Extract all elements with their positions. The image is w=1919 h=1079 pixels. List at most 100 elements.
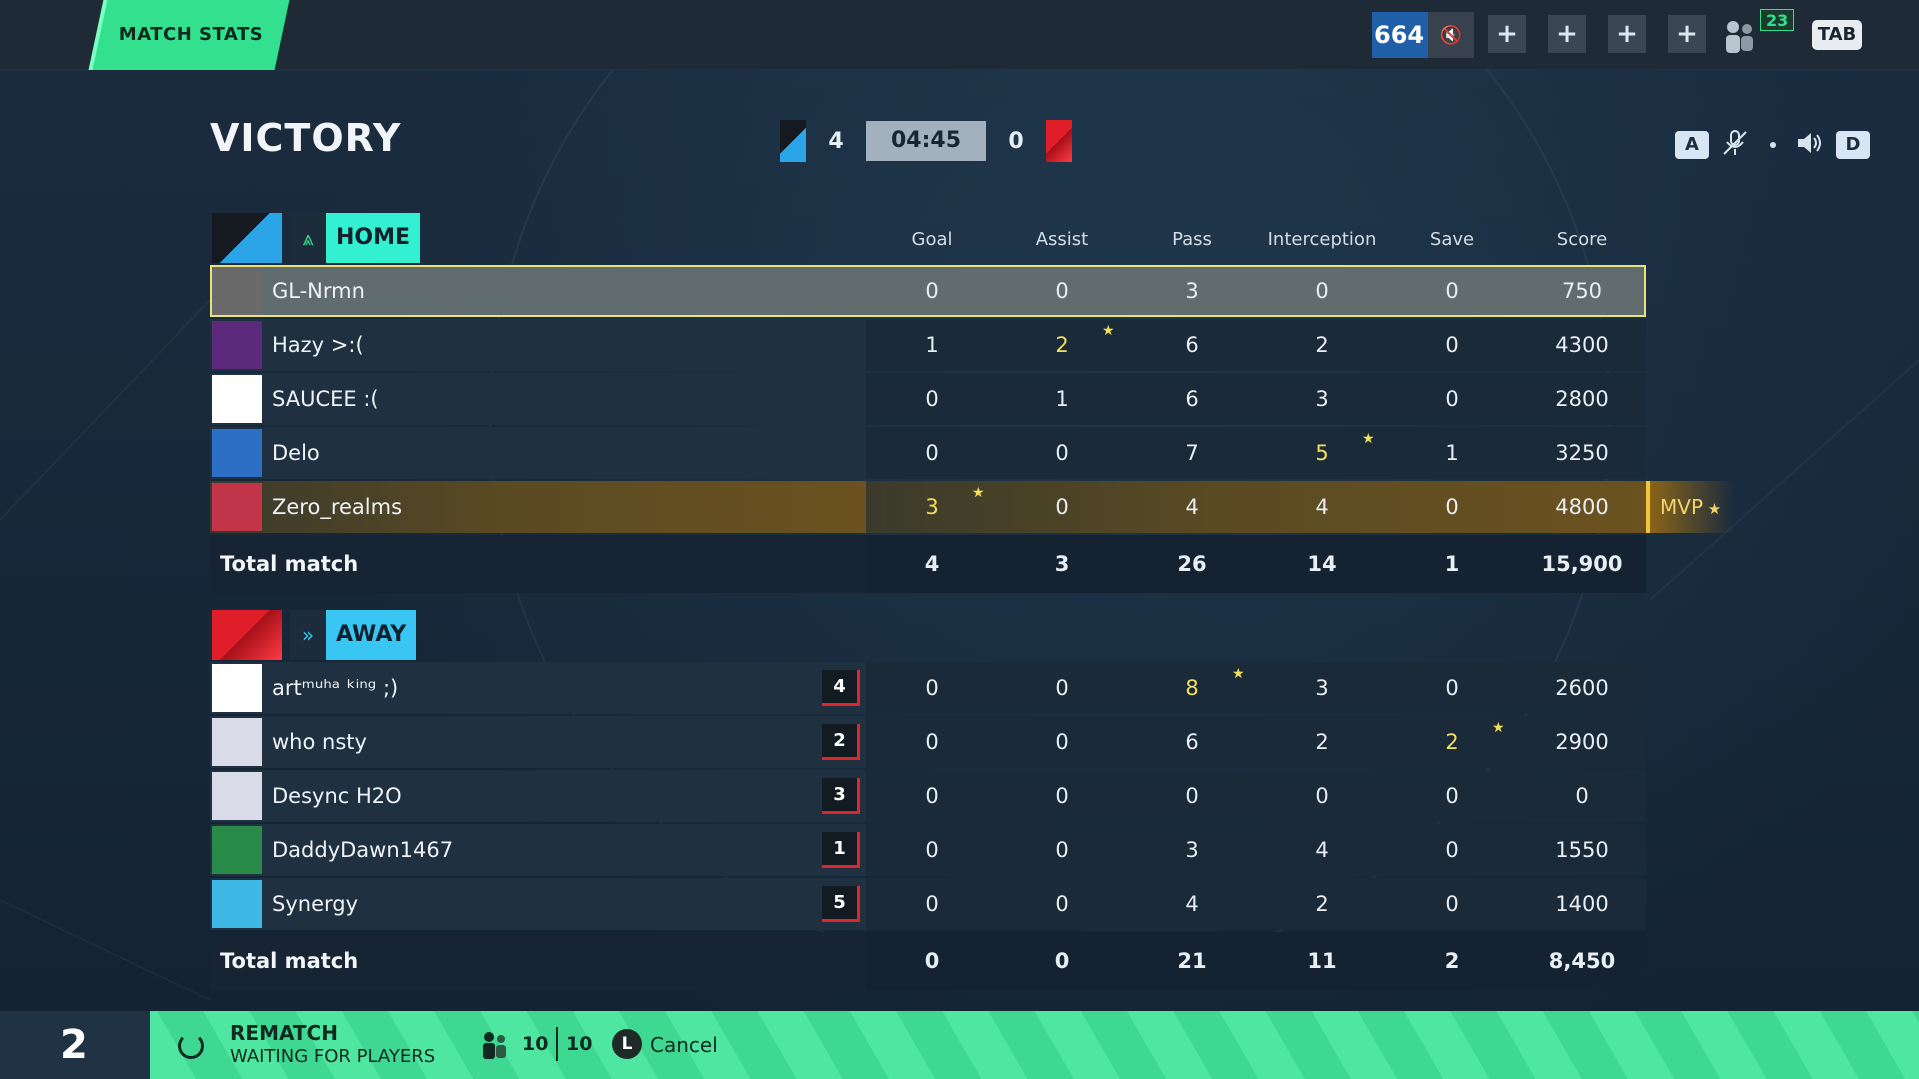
stat-save: 1 [1445,441,1459,465]
stat-save: 0 [1445,333,1459,357]
stat-assist: 0 [1055,676,1069,700]
key-d-hint[interactable]: D [1836,131,1870,159]
away-team-header: » AWAY [210,610,1646,662]
cancel-key-hint[interactable]: L [612,1029,642,1059]
player-avatar [212,718,262,766]
away-team-banner-flag [212,610,282,660]
home-total-assist: 3 [1054,552,1070,576]
mvp-star-icon: ★ [1703,500,1722,518]
away-total-pass: 21 [1177,949,1207,973]
stat-interception: 0 [1315,279,1329,303]
stat-score: 2900 [1555,730,1609,754]
tab-key-hint[interactable]: TAB [1812,20,1862,50]
home-total-label-cell: Total match [210,535,866,593]
stat-assist: 0 [1055,730,1069,754]
home-total-interception: 14 [1307,552,1337,576]
stat-goal: 0 [925,838,939,862]
player-name: Delo [272,441,320,465]
away-total-assist: 0 [1054,949,1070,973]
stat-pass: 6 [1185,333,1199,357]
away-team-name: AWAY [326,610,417,660]
player-name: who nsty [272,730,367,754]
player-avatar [212,880,262,928]
stat-save: 0 [1445,784,1459,808]
stat-save: 0 [1445,495,1459,519]
party-slot-2-add-button[interactable]: + [1548,15,1586,53]
stat-interception: 2 [1315,333,1329,357]
scoreboard: 4 04:45 0 [780,120,1072,162]
stat-score: 0 [1575,784,1589,808]
stat-interception: 3 [1315,387,1329,411]
home-team-header: ⩓ HOME Goal Assist Pass Interception Sav… [210,213,1646,265]
player-avatar [212,483,262,531]
home-player-row[interactable]: Zero_realms 3 ★ 0 4 4 0 4800 MVP ★ [210,481,1734,535]
away-player-row[interactable]: artᵐᵘʰᵃ ᵏⁱⁿᵍ ;) 4 0 0 8 ★ 3 0 2600 [210,662,1646,716]
player-stats-cell: 0 0 3 4 0 1550 [866,824,1646,876]
tab-match-stats[interactable]: MATCH STATS [88,0,290,70]
party-slot-1-add-button[interactable]: + [1488,15,1526,53]
player-avatar [212,375,262,423]
col-header-save: Save [1429,229,1475,250]
home-player-row[interactable]: GL-Nrmn 0 0 3 0 0 750 [210,265,1646,319]
away-total-stats-cell: 0 0 21 11 2 8,450 [866,932,1646,990]
stat-save: 0 [1445,892,1459,916]
player-avatar [212,664,262,712]
away-player-row[interactable]: Synergy 5 0 0 4 2 0 1400 [210,878,1646,932]
home-score: 4 [828,128,844,154]
stat-pass: 6 [1185,730,1199,754]
party-slot-3-add-button[interactable]: + [1608,15,1646,53]
key-a-hint[interactable]: A [1675,131,1709,159]
player-rank-badge: 4 [822,670,860,706]
player-name: Hazy >:( [272,333,364,357]
player-stats-cell: 0 0 8 ★ 3 0 2600 [866,662,1646,714]
party-size-count: 2 [0,1011,150,1079]
player-name: artᵐᵘʰᵃ ᵏⁱⁿᵍ ;) [272,676,399,700]
away-total-label: Total match [220,949,359,973]
away-player-row[interactable]: Desync H2O 3 0 0 0 0 0 0 [210,770,1646,824]
away-player-row[interactable]: DaddyDawn1467 1 0 0 3 4 0 1550 [210,824,1646,878]
stat-interception: 4 [1315,495,1329,519]
match-result-title: VICTORY [210,116,402,160]
speaker-icon[interactable] [1794,128,1824,165]
away-team-logo-icon: » [290,610,326,660]
player-name-cell: who nsty 2 [210,716,866,768]
player-name-cell: artᵐᵘʰᵃ ᵏⁱⁿᵍ ;) 4 [210,662,866,714]
home-total-label: Total match [220,552,359,576]
stat-save: 0 [1445,387,1459,411]
player-level-badge[interactable]: 664 🔇 [1372,12,1474,58]
home-player-row[interactable]: Hazy >:(1 2 ★ 6 2 0 4300 [210,319,1646,373]
away-total-save: 2 [1444,949,1460,973]
home-player-row[interactable]: SAUCEE :(0 1 6 3 0 2800 [210,373,1646,427]
home-total-goal: 4 [924,552,940,576]
player-name: Synergy [272,892,359,916]
stat-goal: 1 [925,333,939,357]
bottom-bar: 2 REMATCH WAITING FOR PLAYERS 10 10 L Ca… [0,1011,1919,1079]
player-name: Desync H2O [272,784,402,808]
stat-goal: 0 [925,892,939,916]
stat-pass: 0 [1185,784,1199,808]
rematch-title: REMATCH [230,1021,338,1045]
stat-assist: 0 [1055,279,1069,303]
home-total-stats-cell: 4 3 26 14 1 15,900 [866,535,1646,593]
away-player-row[interactable]: who nsty 2 0 0 6 2 2 ★ 2900 [210,716,1646,770]
home-total-save: 1 [1444,552,1460,576]
player-stats-cell: 0 1 6 3 0 2800 [866,373,1646,425]
mic-muted-icon[interactable] [1720,128,1750,165]
friends-icon[interactable] [1720,16,1760,56]
away-score: 0 [1008,128,1024,154]
player-name-cell: Zero_realms [210,481,866,533]
home-team-flag [780,120,806,162]
player-name: GL-Nrmn [272,279,365,303]
stat-interception: 0 [1315,784,1329,808]
player-name-cell: Delo [210,427,866,479]
cancel-button[interactable]: Cancel [650,1033,718,1057]
col-header-score: Score [1556,229,1608,250]
player-stats-cell: 0 0 0 0 0 0 [866,770,1646,822]
mvp-label: MVP [1660,495,1703,519]
party-slot-4-add-button[interactable]: + [1668,15,1706,53]
players-ready-count: 10 [522,1033,549,1055]
stat-score: 2600 [1555,676,1609,700]
home-player-row[interactable]: Delo 0 0 7 5 ★ 1 3250 [210,427,1646,481]
stat-goal: 0 [925,387,939,411]
stat-goal: 0 [925,279,939,303]
